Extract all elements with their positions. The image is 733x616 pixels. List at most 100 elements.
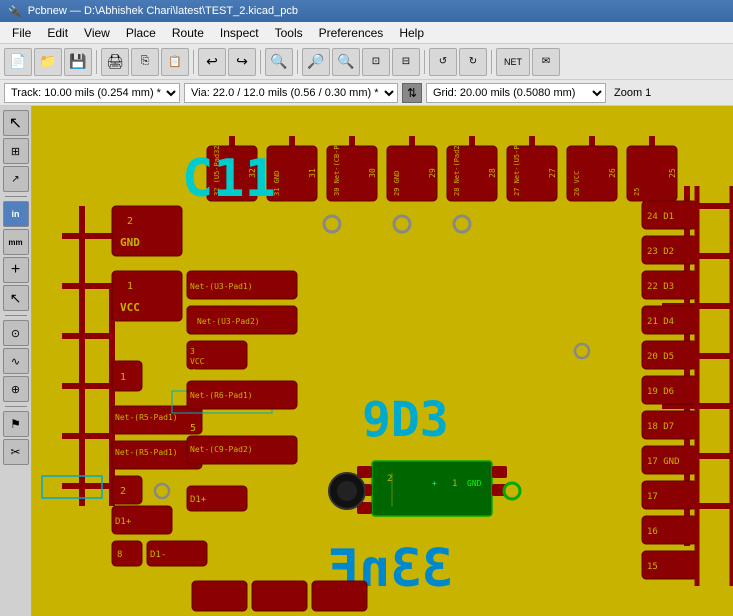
gerber-button[interactable]: ✉ <box>532 48 560 76</box>
svg-text:29: 29 <box>428 168 437 178</box>
svg-text:VCC: VCC <box>190 357 205 366</box>
svg-text:2: 2 <box>127 216 133 227</box>
pcb-canvas[interactable]: 2 GND 1 VCC Net-(U3-Pad1) 2 Net-(U3-Pad2… <box>32 106 733 616</box>
svg-text:9D3: 9D3 <box>362 392 449 448</box>
pcb-view: 2 GND 1 VCC Net-(U3-Pad1) 2 Net-(U3-Pad2… <box>32 106 733 616</box>
svg-text:2: 2 <box>120 486 126 497</box>
svg-text:+: + <box>432 479 437 488</box>
svg-text:24 D1: 24 D1 <box>647 212 674 222</box>
highlight-tool-button[interactable]: ↗ <box>3 166 29 192</box>
svg-text:22 D3: 22 D3 <box>647 282 674 292</box>
svg-text:1: 1 <box>127 281 133 292</box>
zoom-out-button[interactable]: 🔍 <box>332 48 360 76</box>
menu-inspect[interactable]: Inspect <box>212 22 267 43</box>
main-area: ↖ ⊞ ↗ in mm + ↖ ⊙ ∿ ⊕ ⚑ ✂ <box>0 106 733 616</box>
toolbar-sep-3 <box>260 50 261 74</box>
track-status: Track: 10.00 mils (0.254 mm) * <box>4 83 180 103</box>
toolbar-sep-6 <box>491 50 492 74</box>
svg-text:27: 27 <box>548 168 557 178</box>
refresh-button[interactable]: ↺ <box>429 48 457 76</box>
svg-text:C11: C11 <box>182 149 276 209</box>
toolbar-sep-4 <box>297 50 298 74</box>
svg-text:5: 5 <box>190 423 196 434</box>
save-button[interactable]: 💾 <box>64 48 92 76</box>
titlebar: 🔌 Pcbnew — D:\Abhishek Chari\latest\TEST… <box>0 0 733 22</box>
svg-text:1: 1 <box>120 372 126 383</box>
zoom-in-button[interactable]: 🔎 <box>302 48 330 76</box>
zoom-fit-button[interactable]: ⊡ <box>362 48 390 76</box>
toolbar: 📄 📁 💾 🖨 ⎘ 📋 ↩ ↪ 🔍 🔎 🔍 ⊡ ⊟ ↺ ↻ NET ✉ <box>0 44 733 80</box>
grid-tool-button[interactable]: ⊞ <box>3 138 29 164</box>
svg-text:D1+: D1+ <box>115 517 132 527</box>
svg-text:7: 7 <box>190 473 196 484</box>
svg-text:31: 31 <box>308 168 317 178</box>
magnify-tool-button[interactable]: ⊕ <box>3 376 29 402</box>
menu-tools[interactable]: Tools <box>267 22 311 43</box>
left-toolbar: ↖ ⊞ ↗ in mm + ↖ ⊙ ∿ ⊕ ⚑ ✂ <box>0 106 32 616</box>
netinspect-tool-button[interactable]: ∿ <box>3 348 29 374</box>
plus-tool-button[interactable]: + <box>3 257 29 283</box>
dot-tool-button[interactable]: ⊙ <box>3 320 29 346</box>
svg-text:GND: GND <box>467 479 482 488</box>
menu-route[interactable]: Route <box>164 22 212 43</box>
svg-text:16: 16 <box>647 527 658 537</box>
redo-button[interactable]: ↪ <box>228 48 256 76</box>
svg-text:17: 17 <box>647 492 658 502</box>
menu-help[interactable]: Help <box>391 22 432 43</box>
svg-text:GND: GND <box>120 236 140 249</box>
paste-button[interactable]: 📋 <box>161 48 189 76</box>
arrow-tool-button[interactable]: ↖ <box>3 110 29 136</box>
lt-sep-3 <box>5 406 27 407</box>
svg-text:25: 25 <box>633 188 641 196</box>
svg-text:20 D5: 20 D5 <box>647 352 674 362</box>
track-select[interactable]: Track: 10.00 mils (0.254 mm) * <box>4 83 180 103</box>
svg-text:23 D2: 23 D2 <box>647 247 674 257</box>
undo-button[interactable]: ↩ <box>198 48 226 76</box>
menu-edit[interactable]: Edit <box>39 22 76 43</box>
menu-file[interactable]: File <box>4 22 39 43</box>
cursor-tool-button[interactable]: ↖ <box>3 285 29 311</box>
cut-tool-button[interactable]: ✂ <box>3 439 29 465</box>
app-icon: 🔌 <box>8 5 22 18</box>
open-button[interactable]: 📁 <box>34 48 62 76</box>
3d-button[interactable]: NET <box>496 48 530 76</box>
svg-text:27 Net-(U5-Pad27): 27 Net-(U5-Pad27) <box>513 124 521 196</box>
svg-text:19 D6: 19 D6 <box>647 387 674 397</box>
menubar: File Edit View Place Route Inspect Tools… <box>0 22 733 44</box>
zoom-status: Zoom 1 <box>610 87 651 99</box>
zoom-area-button[interactable]: ⊟ <box>392 48 420 76</box>
menu-view[interactable]: View <box>76 22 118 43</box>
svg-text:21 D4: 21 D4 <box>647 317 674 327</box>
inch-tool-button[interactable]: in <box>3 201 29 227</box>
svg-text:17 GND: 17 GND <box>647 457 680 467</box>
via-select[interactable]: Via: 22.0 / 12.0 mils (0.56 / 0.30 mm) * <box>184 83 398 103</box>
svg-text:30 Net-(CB-Pad2): 30 Net-(CB-Pad2) <box>333 129 341 196</box>
svg-text:3: 3 <box>190 347 195 356</box>
via-status: Via: 22.0 / 12.0 mils (0.56 / 0.30 mm) * <box>184 83 398 103</box>
svg-text:4: 4 <box>190 368 196 379</box>
menu-preferences[interactable]: Preferences <box>311 22 392 43</box>
menu-place[interactable]: Place <box>118 22 164 43</box>
svg-text:18 D7: 18 D7 <box>647 422 674 432</box>
drc-icon[interactable]: ⇅ <box>402 83 422 103</box>
refresh2-button[interactable]: ↻ <box>459 48 487 76</box>
svg-text:15: 15 <box>647 562 658 572</box>
svg-text:2: 2 <box>387 474 392 484</box>
svg-text:28: 28 <box>488 168 497 178</box>
svg-text:26 VCC: 26 VCC <box>573 171 581 196</box>
grid-select[interactable]: Grid: 20.00 mils (0.5080 mm) <box>426 83 606 103</box>
drc-tool-button[interactable]: ⚑ <box>3 411 29 437</box>
svg-text:25: 25 <box>668 168 677 178</box>
new-button[interactable]: 📄 <box>4 48 32 76</box>
svg-text:8: 8 <box>117 550 122 560</box>
svg-text:29 GND: 29 GND <box>393 171 401 196</box>
search-button[interactable]: 🔍 <box>265 48 293 76</box>
svg-text:1: 1 <box>452 479 457 489</box>
copy-button[interactable]: ⎘ <box>131 48 159 76</box>
toolbar-sep-1 <box>96 50 97 74</box>
mm-tool-button[interactable]: mm <box>3 229 29 255</box>
print-button[interactable]: 🖨 <box>101 48 129 76</box>
grid-status: Grid: 20.00 mils (0.5080 mm) <box>426 83 606 103</box>
toolbar-sep-5 <box>424 50 425 74</box>
svg-text:Net-(U3-Pad2): Net-(U3-Pad2) <box>197 317 260 326</box>
